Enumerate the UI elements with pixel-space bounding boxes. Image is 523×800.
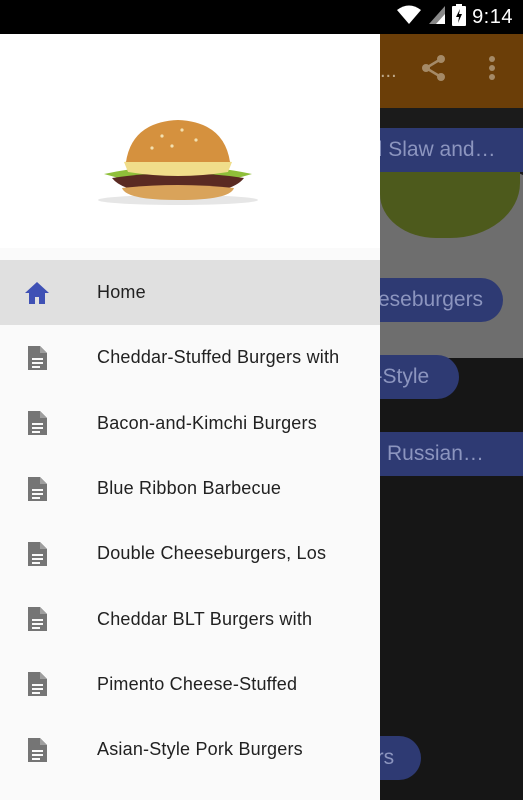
- drawer-item-label: Home: [97, 282, 146, 303]
- status-time: 9:14: [472, 5, 513, 28]
- drawer-item-recipe[interactable]: Cheddar-Stuffed Burgers with: [0, 325, 380, 390]
- drawer-item-label: Cheddar BLT Burgers with: [97, 608, 313, 629]
- wifi-icon: [396, 5, 422, 30]
- drawer-item-recipe[interactable]: Cheddar BLT Burgers with: [0, 586, 380, 651]
- document-icon: [24, 410, 50, 436]
- drawer-item-home[interactable]: Home: [0, 260, 380, 326]
- drawer-item-label: Pimento Cheese-Stuffed: [97, 673, 298, 694]
- drawer-menu: Home Cheddar-Stuffed Burgers with Bacon-…: [0, 260, 380, 782]
- chip-label: Russian…: [387, 442, 484, 465]
- home-icon: [24, 280, 50, 306]
- overflow-menu-button[interactable]: [476, 54, 508, 86]
- drawer-item-recipe[interactable]: Double Cheeseburgers, Los: [0, 521, 380, 586]
- drawer-item-label: Cheddar-Stuffed Burgers with: [97, 347, 340, 368]
- battery-charging-icon: [452, 3, 467, 31]
- drawer-item-recipe[interactable]: Pimento Cheese-Stuffed: [0, 652, 380, 717]
- drawer-item-recipe[interactable]: Bacon-and-Kimchi Burgers: [0, 391, 380, 456]
- document-icon: [24, 671, 50, 697]
- drawer-header: [0, 34, 380, 248]
- document-icon: [24, 737, 50, 763]
- drawer-item-recipe[interactable]: Blue Ribbon Barbecue: [0, 456, 380, 521]
- cell-signal-icon: [428, 5, 446, 30]
- share-button[interactable]: [418, 54, 450, 86]
- drawer-item-label: Double Cheeseburgers, Los: [97, 543, 327, 564]
- chip-label: eseburgers: [378, 288, 484, 311]
- status-bar: 9:14: [0, 0, 523, 34]
- document-icon: [24, 541, 50, 567]
- document-icon: [24, 476, 50, 502]
- drawer-item-label: Bacon-and-Kimchi Burgers: [97, 412, 317, 433]
- navigation-drawer: Home Cheddar-Stuffed Burgers with Bacon-…: [0, 34, 380, 800]
- drawer-item-recipe[interactable]: Asian-Style Pork Burgers: [0, 717, 380, 782]
- burger-image: [82, 118, 274, 213]
- document-icon: [24, 345, 50, 371]
- drawer-item-label: Asian-Style Pork Burgers: [97, 739, 303, 760]
- document-icon: [24, 606, 50, 632]
- toolbar-title-fragment: ...: [380, 60, 397, 82]
- drawer-item-label: Blue Ribbon Barbecue: [97, 478, 282, 499]
- more-vert-icon: [488, 55, 496, 86]
- share-icon: [420, 54, 448, 87]
